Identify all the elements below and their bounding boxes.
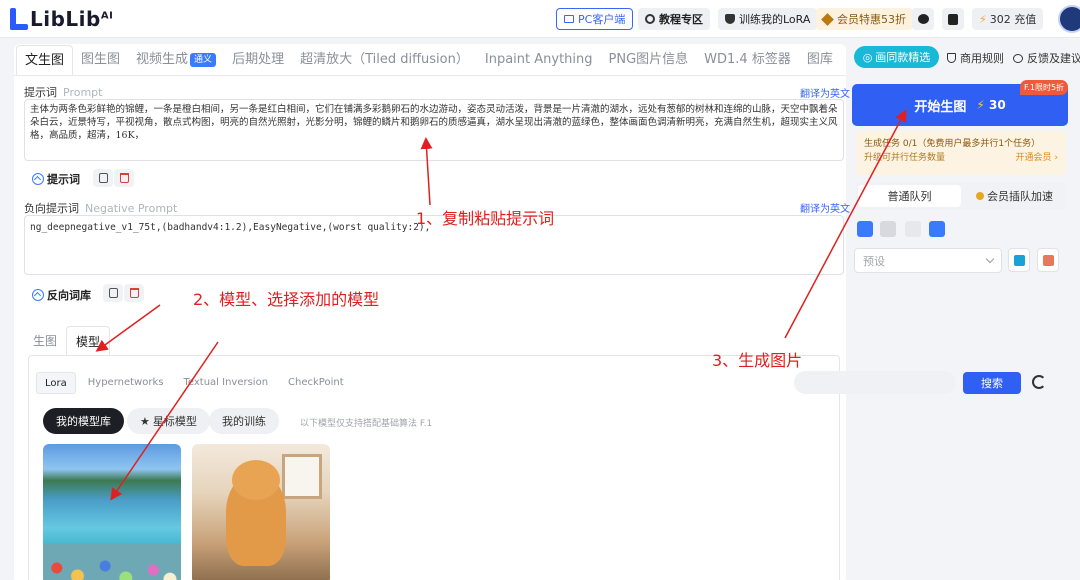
chat-bubble-icon (917, 14, 929, 24)
trash-icon (119, 173, 129, 183)
tab-postprocess[interactable]: 后期处理 (224, 45, 292, 75)
prompt-clear-button[interactable] (114, 169, 134, 187)
subtab-generate[interactable]: 生图 (24, 326, 66, 356)
prompt-translate-link[interactable]: 翻译为英文 (800, 85, 850, 100)
diamond-icon (821, 12, 834, 26)
filter-starred[interactable]: ★ 星标模型 (127, 408, 210, 434)
preset-refresh-button[interactable] (1008, 248, 1030, 272)
prompt-copy-button[interactable] (93, 169, 113, 187)
tongyi-badge: 通义 (190, 53, 217, 67)
preset-select[interactable]: 预设 (854, 248, 1002, 273)
collapse-icon (32, 289, 44, 301)
commercial-rules-link[interactable]: 商用规则 (947, 50, 1004, 66)
prompt-textarea[interactable]: 主体为两条色彩鲜艳的锦鲤，一条是橙白相间，另一条是红白相间，它们在铺满多彩鹅卵石… (24, 99, 844, 161)
tab-upscale[interactable]: 超清放大（Tiled diffusion） (292, 45, 477, 75)
generate-model-tabs: 生图 模型 (24, 326, 111, 356)
search-button[interactable]: 搜索 (963, 372, 1021, 394)
model-type-tabs: Lora Hypernetworks Textual Inversion Che… (36, 372, 356, 394)
filter-my-models[interactable]: 我的模型库 (43, 408, 124, 434)
model-thumbnail-lake[interactable] (43, 444, 181, 580)
queue-normal-tab[interactable]: 普通队列 (858, 185, 961, 207)
random-seed-icon[interactable] (857, 221, 873, 237)
open-vip-link[interactable]: 开通会员 › (1016, 151, 1058, 165)
document-icon (948, 13, 958, 25)
lightning-icon: ⚡ (979, 12, 987, 26)
train-lora-button[interactable]: 训练我的LoRA (718, 8, 818, 30)
shield-icon (947, 53, 956, 63)
refresh-icon[interactable] (1032, 375, 1046, 389)
liblib-logo[interactable]: LibLibAI (10, 7, 113, 31)
model-tab-lora[interactable]: Lora (36, 372, 76, 394)
model-tab-textual-inversion[interactable]: Textual Inversion (175, 372, 276, 394)
pc-client-button[interactable]: PC客户端 (556, 8, 634, 30)
annotation-step-2: 2、模型、选择添加的模型 (193, 290, 380, 309)
tab-text-to-image[interactable]: 文生图 (16, 45, 74, 75)
negative-copy-button[interactable] (103, 284, 123, 302)
annotation-step-1: 1、复制粘贴提示词 (416, 209, 555, 228)
tutorials-button[interactable]: 教程专区 (638, 8, 710, 30)
edit-icon (1042, 254, 1054, 266)
tabs-divider (14, 75, 846, 76)
messages-button[interactable] (912, 8, 934, 30)
refresh-icon (1013, 254, 1025, 266)
task-status: 生成任务 0/1（免费用户最多并行1个任务） 升级可并行任务数量 开通会员 › (856, 131, 1066, 175)
train-icon (725, 14, 735, 24)
star-icon: ★ (140, 414, 150, 428)
tab-inpaint[interactable]: Inpaint Anything (477, 45, 601, 75)
prompt-words-button[interactable]: 提示词 (32, 171, 80, 187)
reuse-icon[interactable] (929, 221, 945, 237)
tab-gallery[interactable]: 图库 (799, 45, 841, 75)
model-tab-hypernetworks[interactable]: Hypernetworks (80, 372, 172, 394)
tab-png-info[interactable]: PNG图片信息 (601, 45, 697, 75)
trash-icon (129, 288, 139, 298)
picks-button[interactable]: ◎ 画同款精选 (854, 46, 939, 68)
user-avatar[interactable] (1058, 5, 1080, 33)
preset-edit-button[interactable] (1037, 248, 1059, 272)
negative-clear-button[interactable] (124, 284, 144, 302)
collapse-icon (32, 173, 44, 185)
logo-text: LibLibAI (30, 7, 114, 31)
monitor-icon (564, 15, 574, 23)
filter-note: 以下模型仅支持搭配基础算法 F.1 (300, 419, 433, 429)
feature-tabs: 文生图 图生图 视频生成 通义 后期处理 超清放大（Tiled diffusion… (16, 45, 841, 75)
filter-my-training[interactable]: 我的训练 (209, 408, 279, 434)
subtab-model[interactable]: 模型 (66, 326, 111, 356)
feedback-link[interactable]: 反馈及建议 (1013, 50, 1080, 66)
trash-icon[interactable] (880, 221, 896, 237)
tutorial-icon (645, 14, 655, 24)
logo-mark-icon (10, 8, 28, 30)
credits-button[interactable]: ⚡ 302 充值 (972, 8, 1044, 30)
copy-icon (98, 173, 108, 183)
top-header: LibLibAI PC客户端 教程专区 训练我的LoRA 会员特惠53折 ⚡ 30… (0, 0, 1080, 38)
lightning-icon: ⚡ (976, 98, 985, 112)
picks-icon: ◎ (862, 50, 873, 64)
tab-image-to-image[interactable]: 图生图 (73, 45, 128, 75)
prompt-label: 提示词 Prompt (24, 86, 103, 99)
tab-video[interactable]: 视频生成 通义 (128, 45, 224, 75)
model-search-input[interactable] (794, 371, 956, 394)
clipboard-icon[interactable] (905, 221, 921, 237)
copy-icon (108, 288, 118, 298)
model-thumbnail-cat[interactable] (192, 444, 330, 580)
negative-prompt-label: 负向提示词 Negative Prompt (24, 202, 178, 215)
promo-tag: F.1限时5折 (1020, 80, 1069, 95)
vip-offer-button[interactable]: 会员特惠53折 (816, 8, 913, 30)
cost-display: ⚡ 30 (976, 98, 1006, 112)
negative-words-button[interactable]: 反向词库 (32, 287, 91, 303)
chevron-down-icon (985, 254, 995, 264)
docs-button[interactable] (942, 8, 964, 30)
feedback-icon (1013, 53, 1023, 63)
model-tab-checkpoint[interactable]: CheckPoint (280, 372, 352, 394)
queue-tabs: 普通队列 会员插队加速 (856, 183, 1066, 209)
crown-icon (976, 192, 984, 200)
annotation-step-3: 3、生成图片 (712, 351, 803, 370)
queue-vip-tab[interactable]: 会员插队加速 (963, 183, 1066, 209)
tab-wd-tagger[interactable]: WD1.4 标签器 (696, 45, 799, 75)
negative-translate-link[interactable]: 翻译为英文 (800, 200, 850, 215)
